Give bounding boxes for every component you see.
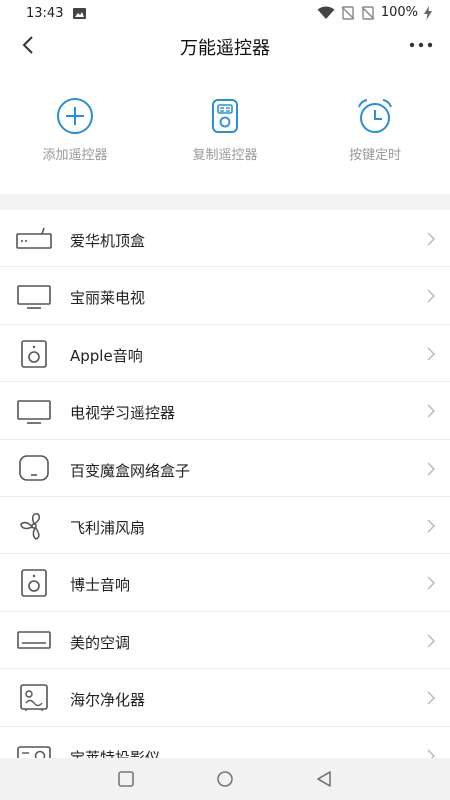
chevron-right-icon bbox=[427, 519, 436, 533]
network-box-icon bbox=[19, 454, 49, 481]
no-sim-icon bbox=[341, 5, 355, 20]
remote-copy-icon bbox=[212, 99, 238, 133]
no-sim-icon-2 bbox=[361, 5, 375, 20]
list-item[interactable]: Apple音响 bbox=[0, 325, 450, 383]
speaker-icon bbox=[21, 339, 47, 368]
purifier-icon bbox=[20, 684, 48, 712]
device-label: 飞利浦风扇 bbox=[70, 518, 146, 537]
projector-icon bbox=[17, 745, 51, 758]
tv-icon bbox=[17, 400, 51, 424]
device-label: 百变魔盒网络盒子 bbox=[70, 461, 191, 480]
back-nav-icon[interactable] bbox=[315, 770, 333, 788]
more-options-icon[interactable] bbox=[408, 34, 434, 56]
list-item[interactable]: 电视学习遥控器 bbox=[0, 382, 450, 440]
chevron-right-icon bbox=[427, 232, 436, 246]
list-item[interactable]: 宝莱特投影仪 bbox=[0, 727, 450, 758]
speaker-icon bbox=[21, 569, 47, 598]
copy-remote-button[interactable]: 复制遥控器 bbox=[165, 96, 285, 163]
fan-icon bbox=[20, 513, 41, 540]
recent-apps-icon[interactable] bbox=[117, 770, 135, 788]
device-label: 博士音响 bbox=[70, 576, 131, 595]
device-label: 美的空调 bbox=[70, 633, 131, 652]
device-label: 爱华机顶盒 bbox=[70, 232, 146, 250]
home-icon[interactable] bbox=[216, 770, 234, 788]
status-time: 13:43 bbox=[26, 6, 64, 21]
list-item[interactable]: 百变魔盒网络盒子 bbox=[0, 440, 450, 497]
list-item[interactable]: 美的空调 bbox=[0, 612, 450, 670]
air-conditioner-icon bbox=[17, 630, 51, 649]
section-divider bbox=[0, 194, 450, 210]
device-label: 电视学习遥控器 bbox=[70, 404, 176, 423]
device-label: 宝莱特投影仪 bbox=[70, 748, 161, 758]
chevron-right-icon bbox=[427, 748, 436, 758]
battery-percentage: 100% bbox=[380, 5, 418, 20]
chevron-right-icon bbox=[427, 347, 436, 361]
status-bar: 13:43 100% bbox=[0, 0, 450, 28]
quick-actions: 添加遥控器 复制遥控器 按键定时 bbox=[0, 64, 450, 194]
alarm-clock-icon bbox=[358, 99, 392, 133]
device-label: 宝丽莱电视 bbox=[70, 289, 146, 308]
device-label: Apple音响 bbox=[70, 346, 143, 365]
set-top-box-icon bbox=[16, 227, 52, 249]
status-right: 100% bbox=[317, 5, 432, 20]
gallery-notification-icon bbox=[73, 8, 86, 19]
device-list: 爱华机顶盒 宝丽莱电视 Apple音响 电视学习遥控器 百变魔盒网络盒子 飞利浦… bbox=[0, 210, 450, 758]
wifi-icon bbox=[317, 6, 335, 19]
charging-icon bbox=[424, 5, 432, 20]
system-nav-bar bbox=[0, 758, 450, 800]
tv-icon bbox=[17, 285, 51, 310]
list-item[interactable]: 博士音响 bbox=[0, 554, 450, 612]
chevron-right-icon bbox=[427, 462, 436, 476]
list-item[interactable]: 飞利浦风扇 bbox=[0, 497, 450, 555]
chevron-right-icon bbox=[427, 404, 436, 418]
add-remote-button[interactable]: 添加遥控器 bbox=[15, 96, 135, 163]
chevron-right-icon bbox=[427, 691, 436, 705]
copy-remote-label: 复制遥控器 bbox=[192, 148, 258, 163]
list-item[interactable]: 爱华机顶盒 bbox=[0, 210, 450, 268]
list-item[interactable]: 宝丽莱电视 bbox=[0, 267, 450, 325]
list-item[interactable]: 海尔净化器 bbox=[0, 669, 450, 727]
chevron-right-icon bbox=[427, 634, 436, 648]
page-title: 万能遥控器 bbox=[180, 38, 270, 59]
key-timer-button[interactable]: 按键定时 bbox=[315, 96, 435, 163]
device-label: 海尔净化器 bbox=[70, 691, 146, 710]
add-remote-label: 添加遥控器 bbox=[42, 148, 108, 163]
add-circle-icon bbox=[57, 98, 93, 134]
chevron-right-icon bbox=[427, 289, 436, 303]
key-timer-label: 按键定时 bbox=[348, 148, 401, 163]
title-bar: 万能遥控器 bbox=[0, 28, 450, 64]
chevron-right-icon bbox=[427, 576, 436, 590]
